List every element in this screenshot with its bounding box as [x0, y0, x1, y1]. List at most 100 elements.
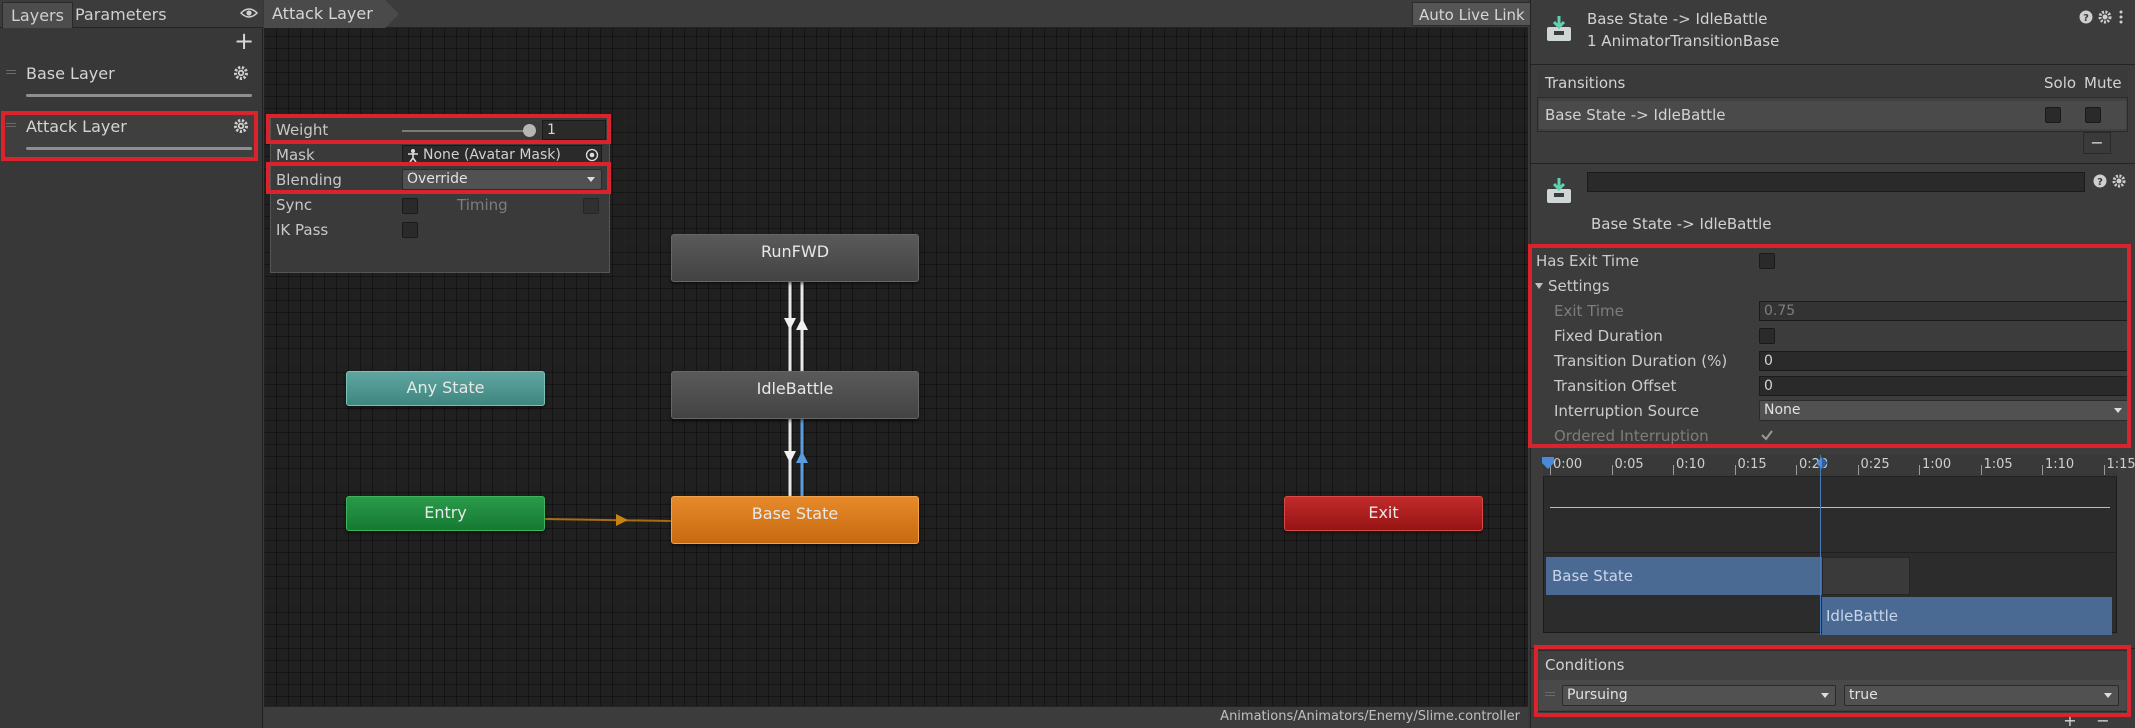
layer-row-attack[interactable]: Attack Layer	[2, 111, 256, 159]
fixed-duration-label: Fixed Duration	[1554, 327, 1663, 345]
inspector-subtitle: 1 AnimatorTransitionBase	[1587, 32, 1780, 50]
ordered-interruption-label: Ordered Interruption	[1554, 427, 1709, 445]
timeline-tick-label: 1:00	[1922, 457, 1952, 472]
weight-slider-knob[interactable]	[523, 124, 536, 137]
checkmark-icon[interactable]	[1760, 428, 1774, 442]
mask-label: Mask	[276, 146, 315, 164]
sync-label: Sync	[276, 196, 313, 214]
status-bar: Animations/Animators/Enemy/Slime.control…	[264, 706, 1528, 728]
timeline-tick-label: 0:05	[1614, 457, 1644, 472]
chevron-down-icon	[587, 177, 595, 182]
divider	[1530, 648, 2135, 649]
mute-label: Mute	[2084, 74, 2122, 92]
sync-checkbox[interactable]	[402, 198, 418, 214]
object-picker-icon[interactable]	[585, 148, 599, 162]
transition-name-field[interactable]	[1587, 172, 2085, 192]
arrow-down-icon	[784, 451, 796, 463]
layer-name: Attack Layer	[26, 117, 127, 136]
eye-icon[interactable]	[240, 6, 258, 20]
condition-value-select[interactable]: true	[1844, 685, 2119, 706]
tab-parameters[interactable]: Parameters	[67, 2, 175, 28]
settings-foldout[interactable]: Settings	[1548, 277, 1610, 295]
exit-time-field[interactable]: 0.75	[1759, 301, 2129, 321]
blending-select[interactable]: Override	[402, 169, 602, 190]
timeline-curve	[1550, 507, 2110, 508]
timing-label: Timing	[457, 196, 508, 214]
interruption-source-value: None	[1764, 402, 1801, 418]
solo-label: Solo	[2044, 74, 2077, 92]
has-exit-time-checkbox[interactable]	[1759, 253, 1775, 269]
remove-transition-button[interactable]: −	[2083, 132, 2111, 154]
interruption-source-label: Interruption Source	[1554, 402, 1700, 420]
transition-offset-label: Transition Offset	[1554, 377, 1677, 395]
layers-panel	[0, 0, 263, 728]
has-exit-time-label: Has Exit Time	[1536, 252, 1639, 270]
blending-value: Override	[407, 171, 468, 187]
layer-name: Base Layer	[26, 64, 115, 83]
foldout-arrow-icon[interactable]	[1534, 281, 1544, 291]
settings-icon[interactable]	[2111, 173, 2127, 189]
source-clip-bar[interactable]: Base State	[1546, 557, 1822, 595]
tab-layers[interactable]: Layers	[2, 2, 73, 28]
transition-marker-icon[interactable]	[1815, 456, 1829, 470]
svg-text:?: ?	[2097, 177, 2103, 188]
condition-value: true	[1849, 687, 1878, 703]
state-entry[interactable]: Entry	[346, 496, 545, 531]
timeline-tick-label: 0:00	[1553, 457, 1583, 472]
controller-path: Animations/Animators/Enemy/Slime.control…	[1220, 709, 1520, 724]
interruption-source-select[interactable]: None	[1759, 400, 2129, 421]
drag-handle-icon[interactable]	[6, 123, 16, 124]
timeline-tick	[1611, 465, 1613, 475]
timeline-playhead[interactable]	[1820, 455, 1821, 635]
drag-handle-icon[interactable]	[1545, 692, 1555, 693]
transition-duration-label: Transition Duration (%)	[1554, 352, 1728, 370]
settings-icon[interactable]	[2097, 9, 2113, 25]
timing-checkbox[interactable]	[583, 198, 599, 214]
add-layer-button[interactable]: +	[232, 29, 256, 54]
timeline-tick	[1919, 465, 1920, 475]
chevron-down-icon	[2104, 693, 2112, 698]
state-idlebattle[interactable]: IdleBattle	[671, 371, 919, 419]
state-exit[interactable]: Exit	[1284, 496, 1483, 531]
state-base-state[interactable]: Base State	[671, 496, 919, 544]
weight-slider[interactable]	[402, 130, 530, 132]
condition-parameter-value: Pursuing	[1567, 687, 1628, 703]
timeline-tick	[1796, 465, 1797, 475]
target-clip-bar[interactable]: IdleBattle	[1822, 597, 2112, 635]
timeline-start-marker-icon[interactable]	[1541, 456, 1555, 470]
timeline-tick	[2042, 465, 2043, 475]
transition-icon	[1547, 178, 1571, 203]
state-any-state[interactable]: Any State	[346, 371, 545, 406]
transition-duration-field[interactable]: 0	[1759, 351, 2129, 371]
chevron-down-icon	[1821, 693, 1829, 698]
transition-offset-field[interactable]: 0	[1759, 376, 2129, 396]
transition-entry-to-base	[544, 518, 672, 522]
drag-handle-icon[interactable]	[6, 70, 16, 71]
gear-icon[interactable]	[232, 64, 250, 82]
arrow-up-icon	[796, 451, 808, 463]
timeline-tick	[1734, 465, 1736, 475]
timeline-tick	[1980, 465, 1982, 475]
mask-field[interactable]: None (Avatar Mask)	[402, 145, 602, 165]
layer-weight-bar	[26, 147, 252, 150]
fixed-duration-checkbox[interactable]	[1759, 328, 1775, 344]
weight-field[interactable]: 1	[542, 120, 606, 140]
layer-row-base[interactable]: Base Layer	[2, 58, 256, 106]
solo-checkbox[interactable]	[2045, 107, 2061, 123]
ik-pass-checkbox[interactable]	[402, 222, 418, 238]
mute-checkbox[interactable]	[2085, 107, 2101, 123]
condition-parameter-select[interactable]: Pursuing	[1562, 685, 1836, 706]
help-icon[interactable]: ?	[2079, 10, 2093, 24]
timeline-tick-label: 0:25	[1860, 457, 1890, 472]
timeline-tick-label: 0:10	[1676, 457, 1706, 472]
add-condition-button[interactable]: +	[2055, 717, 2085, 728]
svg-text:?: ?	[2083, 13, 2089, 24]
gear-icon[interactable]	[232, 117, 250, 135]
transitions-header-label: Transitions	[1545, 74, 1626, 92]
more-options-icon[interactable]	[2117, 9, 2125, 25]
remove-condition-button[interactable]: −	[2088, 717, 2118, 728]
help-icon[interactable]: ?	[2093, 174, 2107, 188]
divider	[1530, 163, 2135, 164]
state-runfwd[interactable]: RunFWD	[671, 234, 919, 282]
timeline-tick-label: 1:10	[2045, 457, 2075, 472]
